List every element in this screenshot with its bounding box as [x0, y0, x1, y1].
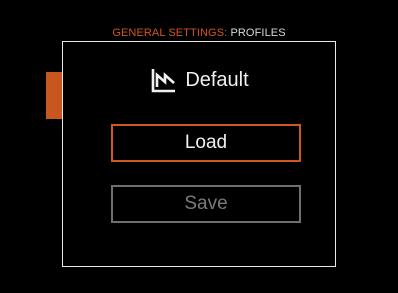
- save-button[interactable]: Save: [111, 185, 301, 223]
- breadcrumb-section: GENERAL SETTINGS:: [112, 27, 228, 39]
- load-button[interactable]: Load: [111, 124, 301, 162]
- breadcrumb: GENERAL SETTINGS: PROFILES: [0, 27, 398, 39]
- breadcrumb-page-label: PROFILES: [230, 27, 286, 39]
- side-tab-indicator[interactable]: [46, 72, 63, 119]
- current-profile: Default: [63, 66, 335, 94]
- profile-name: Default: [185, 69, 249, 91]
- profile-icon: [149, 66, 179, 94]
- breadcrumb-page: PROFILES: [227, 27, 285, 39]
- camera-settings-screen: GENERAL SETTINGS: PROFILES Default Load …: [0, 0, 398, 293]
- profiles-dialog: Default Load Save: [62, 41, 336, 267]
